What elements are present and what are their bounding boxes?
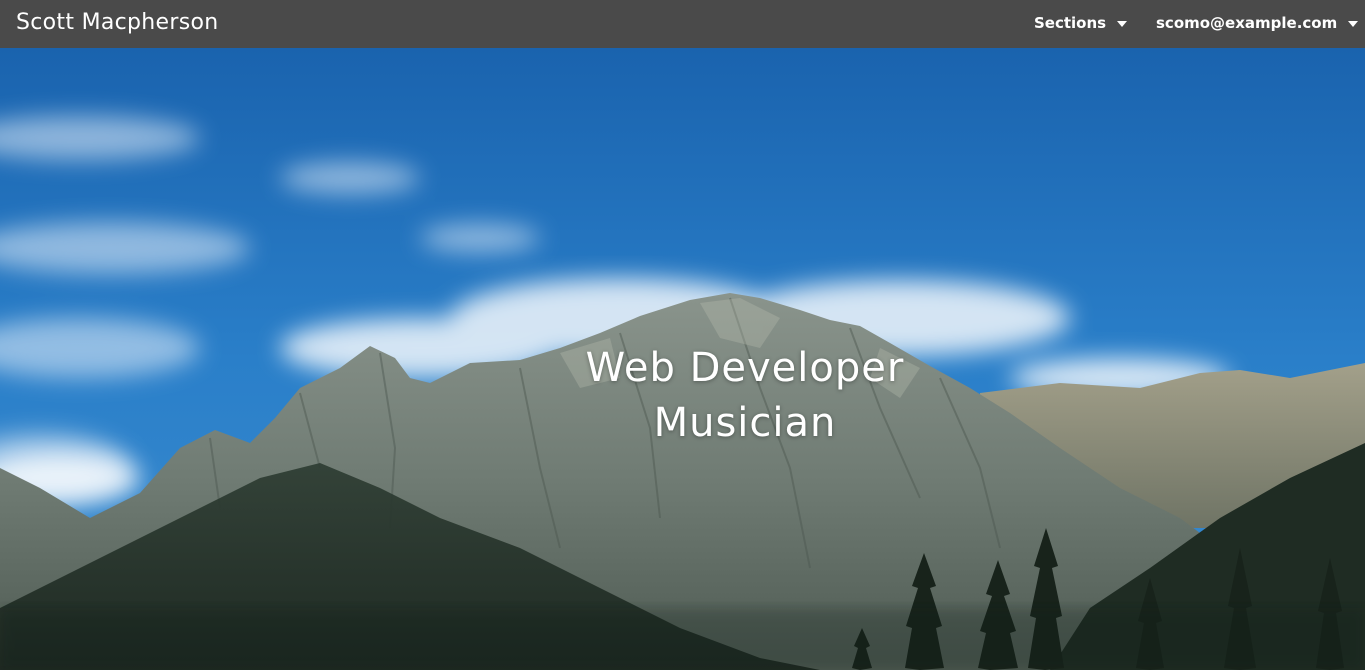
top-navbar: Scott Macpherson Sections scomo@example.… bbox=[0, 0, 1365, 48]
sections-label: Sections bbox=[1034, 14, 1107, 32]
brand-link[interactable]: Scott Macpherson bbox=[16, 7, 218, 39]
caret-down-icon bbox=[1117, 20, 1128, 27]
hero-tagline: Web Developer Musician bbox=[0, 341, 1365, 451]
sections-dropdown[interactable]: Sections bbox=[1034, 12, 1128, 34]
tagline-line-web-developer: Web Developer bbox=[585, 345, 905, 391]
hero-banner: Web Developer Musician bbox=[0, 48, 1365, 670]
tagline-line-musician: Musician bbox=[653, 400, 837, 446]
caret-down-icon bbox=[1348, 20, 1359, 27]
user-dropdown[interactable]: scomo@example.com bbox=[1156, 12, 1359, 34]
user-email-label: scomo@example.com bbox=[1156, 14, 1338, 32]
